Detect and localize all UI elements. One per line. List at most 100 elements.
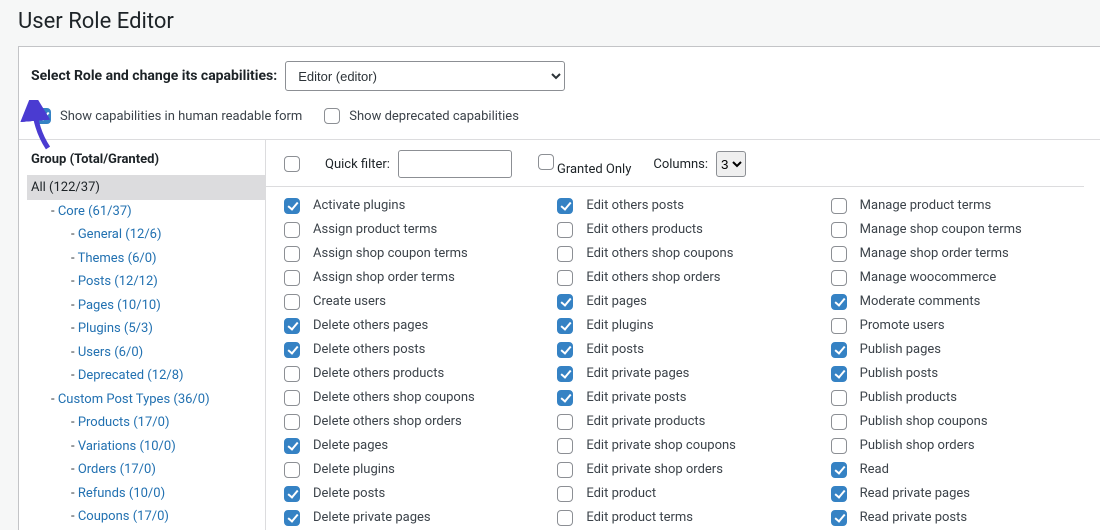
capability-item[interactable]: Promote users [827, 315, 1084, 337]
capability-checkbox[interactable] [831, 510, 847, 526]
capability-item[interactable]: Read private posts [827, 507, 1084, 529]
capability-item[interactable]: Edit posts [553, 339, 810, 361]
capability-item[interactable]: Manage shop coupon terms [827, 219, 1084, 241]
capability-checkbox[interactable] [284, 270, 300, 286]
group-item[interactable]: - General (12/6) [27, 223, 265, 247]
capability-item[interactable]: Edit pages [553, 291, 810, 313]
capability-item[interactable]: Manage woocommerce [827, 267, 1084, 289]
group-item[interactable]: - Custom Post Types (36/0) [27, 388, 265, 412]
capability-item[interactable]: Edit private products [553, 411, 810, 433]
capability-checkbox[interactable] [831, 198, 847, 214]
capability-item[interactable]: Assign shop coupon terms [280, 243, 537, 265]
capability-item[interactable]: Edit private shop coupons [553, 435, 810, 457]
role-select[interactable]: Editor (editor) [285, 61, 565, 91]
capability-checkbox[interactable] [284, 510, 300, 526]
capability-item[interactable]: Manage shop order terms [827, 243, 1084, 265]
capability-checkbox[interactable] [557, 462, 573, 478]
capability-checkbox[interactable] [831, 462, 847, 478]
capability-item[interactable]: Assign shop order terms [280, 267, 537, 289]
capability-checkbox[interactable] [831, 414, 847, 430]
capability-checkbox[interactable] [831, 486, 847, 502]
capability-item[interactable]: Read [827, 459, 1084, 481]
group-item[interactable]: - Refunds (10/0) [27, 482, 265, 506]
capability-checkbox[interactable] [557, 198, 573, 214]
capability-checkbox[interactable] [284, 366, 300, 382]
capability-checkbox[interactable] [557, 390, 573, 406]
group-item[interactable]: - Core (61/37) [27, 200, 265, 224]
capability-checkbox[interactable] [284, 438, 300, 454]
capability-item[interactable]: Assign product terms [280, 219, 537, 241]
capability-checkbox[interactable] [557, 270, 573, 286]
capability-checkbox[interactable] [284, 390, 300, 406]
deprecated-checkbox[interactable] [324, 108, 340, 124]
capability-item[interactable]: Edit product [553, 483, 810, 505]
capability-item[interactable]: Delete others posts [280, 339, 537, 361]
capability-checkbox[interactable] [831, 270, 847, 286]
granted-only-option[interactable]: Granted Only [534, 151, 631, 177]
capability-checkbox[interactable] [557, 510, 573, 526]
capability-checkbox[interactable] [557, 438, 573, 454]
group-item[interactable]: - Orders (17/0) [27, 458, 265, 482]
group-item[interactable]: - Themes (6/0) [27, 247, 265, 271]
capability-checkbox[interactable] [284, 294, 300, 310]
human-readable-option[interactable]: Show capabilities in human readable form [31, 105, 302, 127]
capability-checkbox[interactable] [557, 342, 573, 358]
group-item[interactable]: - Pages (10/10) [27, 294, 265, 318]
granted-only-checkbox[interactable] [538, 154, 554, 170]
capability-checkbox[interactable] [284, 342, 300, 358]
capability-checkbox[interactable] [831, 366, 847, 382]
group-item[interactable]: - Products (17/0) [27, 411, 265, 435]
capability-item[interactable]: Delete plugins [280, 459, 537, 481]
capability-checkbox[interactable] [284, 222, 300, 238]
select-all-checkbox[interactable] [284, 156, 300, 172]
capability-checkbox[interactable] [831, 246, 847, 262]
capability-checkbox[interactable] [557, 294, 573, 310]
group-item[interactable]: - Variations (10/0) [27, 435, 265, 459]
capability-checkbox[interactable] [557, 414, 573, 430]
capability-checkbox[interactable] [831, 318, 847, 334]
capability-checkbox[interactable] [557, 366, 573, 382]
group-item[interactable]: - Coupons (17/0) [27, 505, 265, 529]
capability-checkbox[interactable] [284, 462, 300, 478]
capability-item[interactable]: Edit private shop orders [553, 459, 810, 481]
capability-checkbox[interactable] [831, 222, 847, 238]
capability-checkbox[interactable] [284, 318, 300, 334]
capability-item[interactable]: Edit plugins [553, 315, 810, 337]
capability-item[interactable]: Edit private pages [553, 363, 810, 385]
capability-item[interactable]: Edit others products [553, 219, 810, 241]
capability-item[interactable]: Delete others products [280, 363, 537, 385]
capability-item[interactable]: Publish shop coupons [827, 411, 1084, 433]
capability-item[interactable]: Publish products [827, 387, 1084, 409]
human-readable-checkbox[interactable] [35, 108, 51, 124]
capability-item[interactable]: Manage product terms [827, 195, 1084, 217]
columns-select[interactable]: 3 [716, 151, 746, 177]
capability-item[interactable]: Delete others pages [280, 315, 537, 337]
group-item[interactable]: - Plugins (5/3) [27, 317, 265, 341]
deprecated-option[interactable]: Show deprecated capabilities [320, 105, 519, 127]
capability-item[interactable]: Publish posts [827, 363, 1084, 385]
group-item[interactable]: All (122/37) [27, 176, 265, 200]
capability-item[interactable]: Create users [280, 291, 537, 313]
capability-checkbox[interactable] [284, 246, 300, 262]
capability-checkbox[interactable] [831, 390, 847, 406]
capability-checkbox[interactable] [284, 486, 300, 502]
capability-item[interactable]: Activate plugins [280, 195, 537, 217]
capability-item[interactable]: Edit others posts [553, 195, 810, 217]
capability-checkbox[interactable] [831, 294, 847, 310]
capability-checkbox[interactable] [831, 342, 847, 358]
group-item[interactable]: - Deprecated (12/8) [27, 364, 265, 388]
capability-item[interactable]: Edit others shop coupons [553, 243, 810, 265]
capability-checkbox[interactable] [557, 318, 573, 334]
capability-checkbox[interactable] [284, 198, 300, 214]
capability-item[interactable]: Edit product terms [553, 507, 810, 529]
capability-item[interactable]: Delete private pages [280, 507, 537, 529]
capability-item[interactable]: Delete others shop coupons [280, 387, 537, 409]
capability-item[interactable]: Read private pages [827, 483, 1084, 505]
capability-item[interactable]: Publish pages [827, 339, 1084, 361]
capability-item[interactable]: Delete pages [280, 435, 537, 457]
capability-item[interactable]: Edit private posts [553, 387, 810, 409]
quick-filter-input[interactable] [398, 150, 512, 178]
capability-checkbox[interactable] [831, 438, 847, 454]
capability-item[interactable]: Delete others shop orders [280, 411, 537, 433]
capability-checkbox[interactable] [557, 246, 573, 262]
